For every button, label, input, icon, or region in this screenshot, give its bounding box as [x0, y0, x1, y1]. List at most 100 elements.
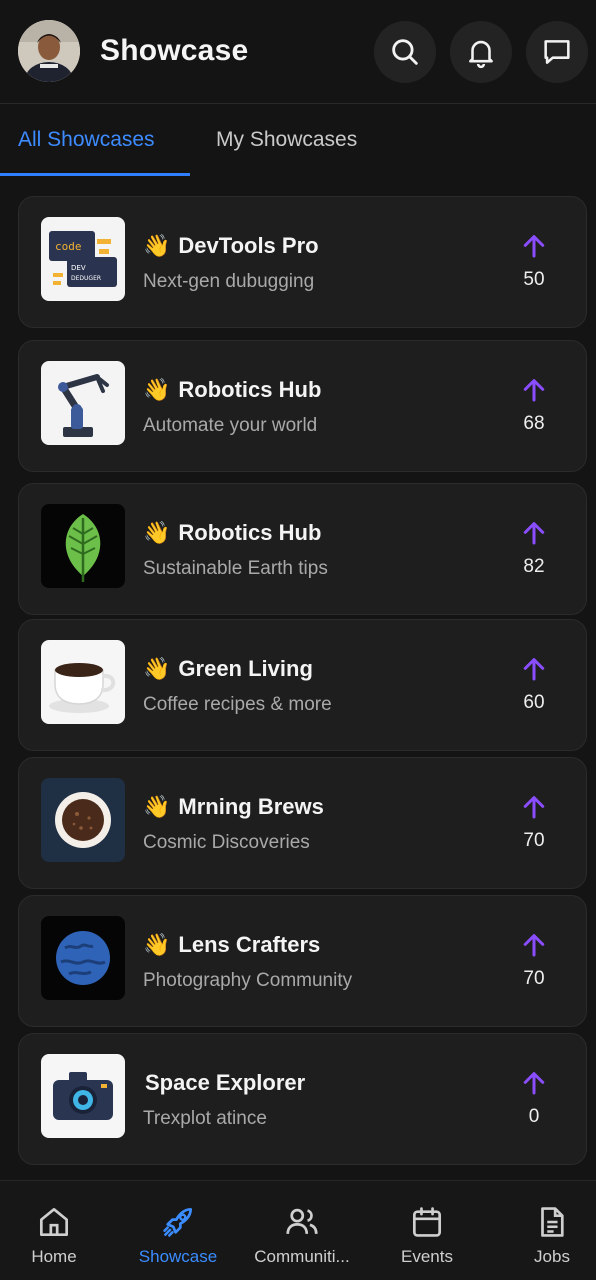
wave-emoji: 👋: [143, 932, 171, 957]
card-title: 👋 Green Living: [143, 656, 313, 682]
arrow-up-icon: [523, 658, 545, 681]
card-subtitle: Next-gen dubugging: [143, 271, 315, 292]
svg-text:DEV: DEV: [71, 264, 86, 272]
wave-emoji: 👋: [143, 377, 171, 402]
upvote-button[interactable]: 0: [504, 1068, 564, 1128]
arrow-up-icon: [523, 379, 545, 402]
nav-label: Jobs: [534, 1247, 570, 1266]
upvote-count: 50: [523, 269, 545, 290]
showcase-card[interactable]: Space Explorer Trexplot atince 0: [18, 1033, 587, 1165]
card-thumbnail: [41, 640, 125, 724]
arrow-up-icon: [523, 522, 545, 545]
arrow-up-icon: [523, 934, 545, 957]
card-thumbnail: [41, 504, 125, 588]
coffee-top-image: [41, 778, 125, 862]
showcase-tabs: All Showcases My Showcases: [0, 104, 596, 176]
coffee-cup-image: [41, 640, 125, 724]
avatar[interactable]: [18, 20, 80, 82]
wave-emoji: 👋: [143, 794, 171, 819]
nav-events[interactable]: Events: [369, 1203, 485, 1267]
code-devtools-image: code DEV DEDUGER: [41, 217, 125, 301]
card-subtitle: Cosmic Discoveries: [143, 832, 310, 853]
upvote-count: 82: [523, 556, 545, 577]
document-icon: [541, 1207, 564, 1237]
upvote-button[interactable]: 82: [504, 518, 564, 578]
card-thumbnail: [41, 361, 125, 445]
card-thumbnail: [41, 1054, 125, 1138]
leaf-image: [41, 504, 125, 588]
wave-emoji: 👋: [143, 656, 171, 681]
svg-text:code: code: [55, 240, 82, 253]
upvote-button[interactable]: 70: [504, 792, 564, 852]
card-title: Space Explorer: [145, 1070, 305, 1096]
card-title-text: Robotics Hub: [178, 520, 322, 545]
card-title: 👋 Lens Crafters: [143, 932, 320, 958]
camera-image: [41, 1054, 125, 1138]
nav-label: Home: [31, 1247, 77, 1266]
arrow-up-icon: [523, 796, 545, 819]
nav-label: Showcase: [138, 1247, 218, 1266]
arrow-up-icon: [523, 235, 545, 258]
showcase-card[interactable]: 👋 Robotics Hub Sustainable Earth tips 82: [18, 483, 587, 615]
bell-icon: [469, 40, 493, 69]
showcase-card[interactable]: 👋 Lens Crafters Photography Community 70: [18, 895, 587, 1027]
upvote-button[interactable]: 50: [504, 231, 564, 291]
upvote-count: 60: [523, 692, 545, 713]
upvote-count: 68: [523, 413, 545, 434]
messages-button[interactable]: [526, 21, 588, 83]
card-title: 👋 Robotics Hub: [143, 520, 321, 546]
tab-all-showcases[interactable]: All Showcases: [18, 128, 155, 152]
card-title: 👋 Mrning Brews: [143, 794, 324, 820]
calendar-icon: [412, 1207, 442, 1237]
card-thumbnail: code DEV DEDUGER: [41, 217, 125, 301]
notifications-button[interactable]: [450, 21, 512, 83]
showcase-card[interactable]: 👋 Green Living Coffee recipes & more 60: [18, 619, 587, 751]
upvote-count: 0: [528, 1106, 540, 1127]
svg-text:DEDUGER: DEDUGER: [71, 275, 101, 282]
rocket-icon: [163, 1207, 193, 1237]
users-icon: [286, 1208, 318, 1234]
card-subtitle: Automate your world: [143, 415, 318, 436]
nav-home[interactable]: Home: [0, 1203, 112, 1267]
card-title-text: Lens Crafters: [178, 932, 321, 957]
card-thumbnail: [41, 916, 125, 1000]
nav-communities[interactable]: Communiti...: [244, 1203, 360, 1267]
app-root: Showcase All Showcases My Showcases code…: [0, 0, 596, 1280]
wave-emoji: 👋: [143, 233, 171, 258]
search-button[interactable]: [374, 21, 436, 83]
card-title-text: Mrning Brews: [178, 794, 324, 819]
upvote-button[interactable]: 70: [504, 930, 564, 990]
card-title-text: DevTools Pro: [178, 233, 319, 258]
card-subtitle: Trexplot atince: [143, 1108, 267, 1129]
showcase-card[interactable]: 👋 Robotics Hub Automate your world 68: [18, 340, 587, 472]
upvote-count: 70: [523, 968, 545, 989]
card-title-text: Robotics Hub: [178, 377, 322, 402]
card-title-text: Green Living: [178, 656, 313, 681]
home-icon: [39, 1207, 69, 1237]
page-title: Showcase: [100, 34, 249, 67]
nav-label: Events: [401, 1247, 453, 1266]
nav-showcase[interactable]: Showcase: [120, 1203, 236, 1267]
card-subtitle: Coffee recipes & more: [143, 694, 332, 715]
card-subtitle: Photography Community: [143, 970, 353, 991]
showcase-card[interactable]: code DEV DEDUGER 👋 DevTools Pro Next-gen…: [18, 196, 587, 328]
upvote-button[interactable]: 68: [504, 375, 564, 435]
wave-emoji: 👋: [143, 520, 171, 545]
planet-image: [41, 916, 125, 1000]
card-title: 👋 Robotics Hub: [143, 377, 321, 403]
showcase-card[interactable]: 👋 Mrning Brews Cosmic Discoveries 70: [18, 757, 587, 889]
active-tab-indicator: [0, 173, 190, 176]
card-title: 👋 DevTools Pro: [143, 233, 319, 259]
arrow-up-icon: [523, 1072, 545, 1095]
chat-icon: [544, 40, 570, 64]
nav-jobs[interactable]: Jobs: [494, 1203, 596, 1267]
bottom-navigation: Home Showcase Communiti... Events Jobs: [0, 1180, 596, 1280]
nav-label: Communiti...: [254, 1247, 350, 1266]
upvote-count: 70: [523, 830, 545, 851]
card-subtitle: Sustainable Earth tips: [143, 558, 328, 579]
avatar-image: [18, 20, 80, 82]
robot-arm-image: [41, 361, 125, 445]
card-thumbnail: [41, 778, 125, 862]
upvote-button[interactable]: 60: [504, 654, 564, 714]
tab-my-showcases[interactable]: My Showcases: [216, 128, 357, 152]
